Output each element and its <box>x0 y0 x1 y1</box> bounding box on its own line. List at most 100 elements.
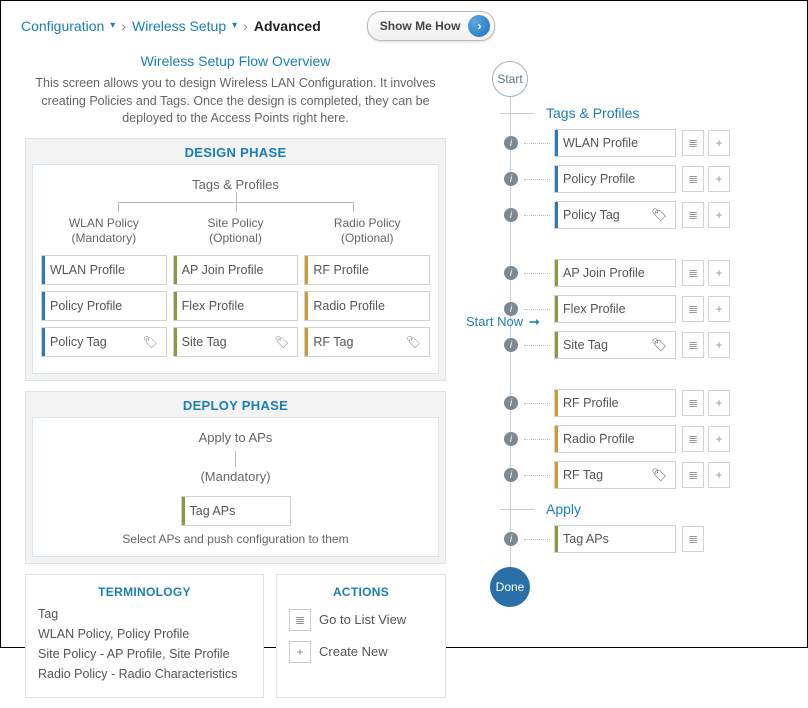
go-to-list-view[interactable]: ≣ Go to List View <box>289 609 433 631</box>
info-icon[interactable]: i <box>504 208 518 222</box>
rf-profile-tile[interactable]: RF Profile <box>304 255 430 285</box>
crumb-wireless-setup[interactable]: Wireless Setup <box>132 18 226 34</box>
tile-label: Site Tag <box>182 335 227 349</box>
chip-label: Site Tag <box>563 338 608 352</box>
policy-tag-tile[interactable]: Policy Tag🏷 <box>41 327 167 357</box>
site-tag-tile[interactable]: Site Tag🏷 <box>173 327 299 357</box>
tag-icon: 🏷 <box>142 335 157 349</box>
chip-label: Tag APs <box>563 532 609 546</box>
crumb-sep: › <box>121 18 126 34</box>
ap-join-profile-tile[interactable]: AP Join Profile <box>173 255 299 285</box>
info-icon[interactable]: i <box>504 136 518 150</box>
start-now-label: Start Now <box>466 314 523 329</box>
timeline: Start Tags & Profiles i WLAN Profile ≣+ … <box>486 57 793 607</box>
info-icon[interactable]: i <box>504 266 518 280</box>
timeline-policy-profile[interactable]: Policy Profile <box>554 165 676 193</box>
rf-tag-tile[interactable]: RF Tag🏷 <box>304 327 430 357</box>
add-button[interactable]: + <box>708 166 730 192</box>
show-me-label: Show Me How <box>380 19 461 33</box>
add-button[interactable]: + <box>708 426 730 452</box>
tag-icon: 🏷 <box>406 335 421 349</box>
info-icon[interactable]: i <box>504 172 518 186</box>
start-now-link[interactable]: Start Now ⭢ <box>466 313 539 329</box>
list-button[interactable]: ≣ <box>682 426 704 452</box>
chip-label: RF Tag <box>563 468 603 482</box>
timeline-row: i RF Tag🏷 ≣+ <box>486 457 793 493</box>
overview-intro: This screen allows you to design Wireles… <box>25 75 446 128</box>
timeline-site-tag[interactable]: Site Tag🏷 <box>554 331 676 359</box>
arrow-right-icon: ⭢ <box>529 313 539 329</box>
add-button[interactable]: + <box>708 390 730 416</box>
overview-title: Wireless Setup Flow Overview <box>25 53 446 69</box>
deploy-subhead: Apply to APs <box>41 430 430 445</box>
term-item: Site Policy - AP Profile, Site Profile <box>38 647 251 661</box>
term-item: WLAN Policy, Policy Profile <box>38 627 251 641</box>
policy-profile-tile[interactable]: Policy Profile <box>41 291 167 321</box>
info-icon[interactable]: i <box>504 468 518 482</box>
deploy-note: Select APs and push configuration to the… <box>41 532 430 546</box>
info-icon[interactable]: i <box>504 396 518 410</box>
radio-col-label: Radio Policy(Optional) <box>304 216 430 247</box>
chip-label: Radio Profile <box>563 432 635 446</box>
arrow-right-icon: › <box>468 15 490 37</box>
list-button[interactable]: ≣ <box>682 202 704 228</box>
timeline-row: i Radio Profile ≣+ <box>486 421 793 457</box>
info-icon[interactable]: i <box>504 338 518 352</box>
start-node[interactable]: Start <box>492 61 528 97</box>
add-button[interactable]: + <box>708 296 730 322</box>
deploy-card: Apply to APs (Mandatory) Tag APs Select … <box>32 417 439 557</box>
list-button[interactable]: ≣ <box>682 260 704 286</box>
site-col-label: Site Policy(Optional) <box>173 216 299 247</box>
timeline-section-apply: Apply <box>500 501 793 517</box>
timeline-wlan-profile[interactable]: WLAN Profile <box>554 129 676 157</box>
timeline-tag-aps[interactable]: Tag APs <box>554 525 676 553</box>
chip-label: RF Profile <box>563 396 619 410</box>
crumb-current: Advanced <box>254 18 321 34</box>
timeline-rf-profile[interactable]: RF Profile <box>554 389 676 417</box>
wlan-profile-tile[interactable]: WLAN Profile <box>41 255 167 285</box>
section-label: Apply <box>546 501 581 517</box>
list-button[interactable]: ≣ <box>682 526 704 552</box>
show-me-how-button[interactable]: Show Me How › <box>367 11 496 41</box>
deploy-phase-panel: DEPLOY PHASE Apply to APs (Mandatory) Ta… <box>25 391 446 564</box>
timeline-policy-tag[interactable]: Policy Tag🏷 <box>554 201 676 229</box>
list-button[interactable]: ≣ <box>682 390 704 416</box>
create-new[interactable]: + Create New <box>289 641 433 663</box>
breadcrumb: Configuration ▾ › Wireless Setup ▾ › Advan… <box>1 1 807 47</box>
timeline-row: i WLAN Profile ≣+ <box>486 125 793 161</box>
timeline-ap-join-profile[interactable]: AP Join Profile <box>554 259 676 287</box>
list-button[interactable]: ≣ <box>682 166 704 192</box>
done-node[interactable]: Done <box>490 567 530 607</box>
list-button[interactable]: ≣ <box>682 130 704 156</box>
list-button[interactable]: ≣ <box>682 296 704 322</box>
timeline-row: i Tag APs ≣ <box>486 521 793 557</box>
deploy-phase-title: DEPLOY PHASE <box>32 398 439 413</box>
add-button[interactable]: + <box>708 332 730 358</box>
tile-label: WLAN Profile <box>50 263 125 277</box>
add-button[interactable]: + <box>708 260 730 286</box>
deploy-mandatory: (Mandatory) <box>41 469 430 484</box>
timeline-row: i AP Join Profile ≣+ <box>486 255 793 291</box>
tile-label: RF Profile <box>313 263 369 277</box>
tag-aps-tile[interactable]: Tag APs <box>181 496 291 526</box>
add-button[interactable]: + <box>708 130 730 156</box>
info-icon[interactable]: i <box>504 432 518 446</box>
list-icon: ≣ <box>289 609 311 631</box>
timeline-radio-profile[interactable]: Radio Profile <box>554 425 676 453</box>
caret-icon: ▾ <box>232 20 237 31</box>
add-button[interactable]: + <box>708 202 730 228</box>
caret-icon: ▾ <box>110 20 115 31</box>
add-button[interactable]: + <box>708 462 730 488</box>
term-item: Radio Policy - Radio Characteristics <box>38 667 251 681</box>
info-icon[interactable]: i <box>504 532 518 546</box>
info-icon[interactable]: i <box>504 302 518 316</box>
radio-profile-tile[interactable]: Radio Profile <box>304 291 430 321</box>
section-label: Tags & Profiles <box>546 105 639 121</box>
timeline-flex-profile[interactable]: Flex Profile <box>554 295 676 323</box>
timeline-rf-tag[interactable]: RF Tag🏷 <box>554 461 676 489</box>
plus-icon: + <box>289 641 311 663</box>
list-button[interactable]: ≣ <box>682 462 704 488</box>
list-button[interactable]: ≣ <box>682 332 704 358</box>
flex-profile-tile[interactable]: Flex Profile <box>173 291 299 321</box>
crumb-configuration[interactable]: Configuration <box>21 18 104 34</box>
